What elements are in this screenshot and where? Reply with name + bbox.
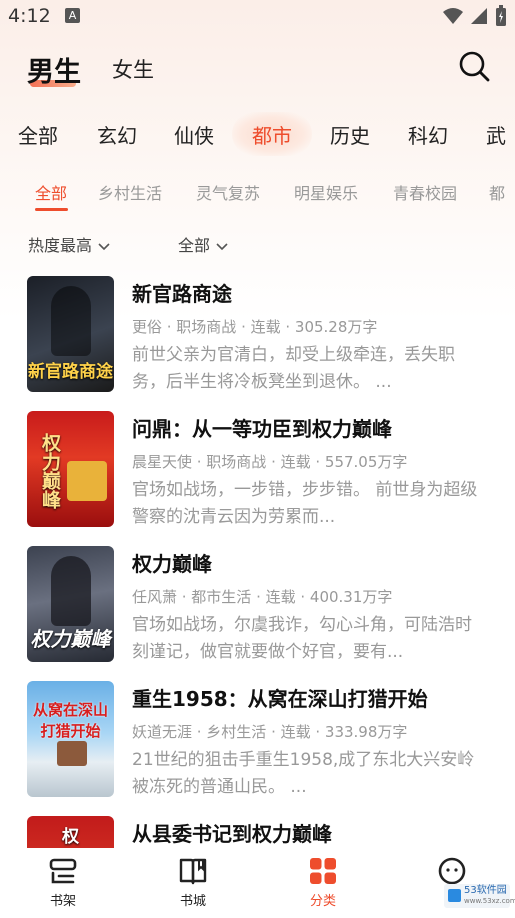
book-list: 新官路商途 新官路商途 更俗 · 职场商战 · 连载 · 305.28万字 前世… xyxy=(0,270,515,848)
sub-genre-lingqi[interactable]: 灵气复苏 xyxy=(196,180,260,204)
cover-figure xyxy=(67,461,107,501)
sub-genre-rural[interactable]: 乡村生活 xyxy=(98,180,162,204)
watermark-line2: www.53xz.com xyxy=(464,897,515,905)
watermark-logo-icon xyxy=(448,889,461,902)
tab-label: 书城 xyxy=(179,894,206,909)
cover-title: 权力巅峰 xyxy=(30,627,111,651)
tab-male[interactable]: 男生 xyxy=(27,50,81,89)
cover-title: 权力巅峰 xyxy=(39,433,61,509)
book-description: 官场如战场，一步错，步步错。 前世身为超级警察的沈青云因为劳累而... xyxy=(132,480,478,527)
book-item[interactable]: 权力巅峰 权力巅峰 任风萧 · 都市生活 · 连载 · 400.31万字 官场如… xyxy=(0,540,515,675)
book-item[interactable]: 新官路商途 新官路商途 更俗 · 职场商战 · 连载 · 305.28万字 前世… xyxy=(0,270,515,405)
bottom-tab-bar: 书架 书城 分类 xyxy=(0,848,515,918)
book-meta: 妖道无涯 · 乡村生活 · 连载 · 333.98万字 xyxy=(132,723,408,741)
book-meta: 晨星天使 · 职场商战 · 连载 · 557.05万字 xyxy=(132,453,408,471)
status-dropdown[interactable]: 全部 xyxy=(178,232,228,256)
genre-xianxia[interactable]: 仙侠 xyxy=(174,120,214,149)
book-title: 从县委书记到权力巅峰 xyxy=(132,822,332,846)
book-open-icon xyxy=(179,858,207,885)
book-meta: 更俗 · 职场商战 · 连载 · 305.28万字 xyxy=(132,318,378,336)
genre-kehuan[interactable]: 科幻 xyxy=(408,120,448,149)
chevron-down-icon xyxy=(216,242,228,250)
book-cover[interactable]: 新官路商途 xyxy=(27,276,114,392)
gender-tabs: 男生 女生 xyxy=(0,40,515,95)
sub-genre-all[interactable]: 全部 xyxy=(35,180,67,204)
tab-female[interactable]: 女生 xyxy=(112,54,154,84)
cover-title: 新官路商途 xyxy=(28,362,113,382)
tab-category[interactable]: 分类 xyxy=(293,856,353,909)
cover-title: 从窝在深山打猎开始 xyxy=(32,701,108,740)
sub-genre-tabs: 全部 乡村生活 灵气复苏 明星娱乐 青春校园 都 xyxy=(0,172,515,214)
book-cover[interactable]: 权力巅峰 xyxy=(27,546,114,662)
book-cover[interactable]: 权 xyxy=(27,816,114,848)
status-dropdown-label: 全部 xyxy=(178,236,211,255)
genre-all[interactable]: 全部 xyxy=(18,120,58,149)
status-time: 4:12 xyxy=(8,5,51,27)
book-meta: 任风萧 · 都市生活 · 连载 · 400.31万字 xyxy=(132,588,393,606)
chevron-down-icon xyxy=(98,242,110,250)
sub-genre-active-indicator xyxy=(35,208,68,211)
grid-icon xyxy=(310,858,336,884)
sub-genre-star[interactable]: 明星娱乐 xyxy=(294,180,358,204)
filter-bar: 热度最高 全部 xyxy=(0,222,515,262)
search-icon[interactable] xyxy=(458,50,490,82)
book-item[interactable]: 从窝在深山打猎开始 重生1958：从窝在深山打猎开始 妖道无涯 · 乡村生活 ·… xyxy=(0,675,515,810)
book-description: 21世纪的狙击手重生1958,成了东北大兴安岭被冻死的普通山民。 ... xyxy=(132,750,475,797)
genre-xuanhuan[interactable]: 玄幻 xyxy=(97,120,137,149)
signal-icon xyxy=(471,8,487,24)
bookshelf-icon xyxy=(49,858,77,884)
genre-dushi[interactable]: 都市 xyxy=(252,120,292,149)
cover-figure xyxy=(57,741,87,766)
sub-genre-more[interactable]: 都 xyxy=(489,180,505,204)
book-title: 权力巅峰 xyxy=(132,552,212,576)
status-bar: 4:12 A xyxy=(0,0,515,34)
book-title: 新官路商途 xyxy=(132,282,232,306)
wifi-icon xyxy=(443,8,463,24)
watermark-line1: 53软件园 xyxy=(464,885,507,896)
book-item[interactable]: 权力巅峰 问鼎：从一等功臣到权力巅峰 晨星天使 · 职场商战 · 连载 · 55… xyxy=(0,405,515,540)
book-description: 前世父亲为官清白，却受上级牵连，丢失职务，后半生将冷板凳坐到退休。 ... xyxy=(132,345,455,392)
cover-figure xyxy=(51,556,91,626)
book-cover[interactable]: 权力巅峰 xyxy=(27,411,114,527)
genre-wu[interactable]: 武 xyxy=(486,120,506,149)
genre-tabs: 全部 玄幻 仙侠 都市 历史 科幻 武 xyxy=(0,110,515,156)
book-description: 官场如战场，尔虞我诈，勾心斗角，可陆浩时刻谨记，做官就要做个好官，要有... xyxy=(132,615,472,662)
book-cover[interactable]: 从窝在深山打猎开始 xyxy=(27,681,114,797)
cover-figure xyxy=(51,286,91,356)
tab-label: 书架 xyxy=(49,894,76,909)
tab-bookstore[interactable]: 书城 xyxy=(163,856,223,909)
tab-label: 分类 xyxy=(309,894,336,909)
book-item[interactable]: 权 从县委书记到权力巅峰 xyxy=(0,810,515,848)
sort-dropdown-label: 热度最高 xyxy=(28,236,93,255)
watermark-badge: 53软件园 www.53xz.com xyxy=(444,884,515,908)
sub-genre-campus[interactable]: 青春校园 xyxy=(393,180,457,204)
book-title: 问鼎：从一等功臣到权力巅峰 xyxy=(132,417,392,441)
notification-icon: A xyxy=(65,8,80,23)
sort-dropdown[interactable]: 热度最高 xyxy=(28,232,110,256)
tab-bookshelf[interactable]: 书架 xyxy=(33,856,93,909)
genre-lishi[interactable]: 历史 xyxy=(330,120,370,149)
book-title: 重生1958：从窝在深山打猎开始 xyxy=(132,687,428,711)
cover-title: 权 xyxy=(62,827,79,847)
battery-icon xyxy=(496,5,506,26)
profile-icon xyxy=(438,857,466,885)
